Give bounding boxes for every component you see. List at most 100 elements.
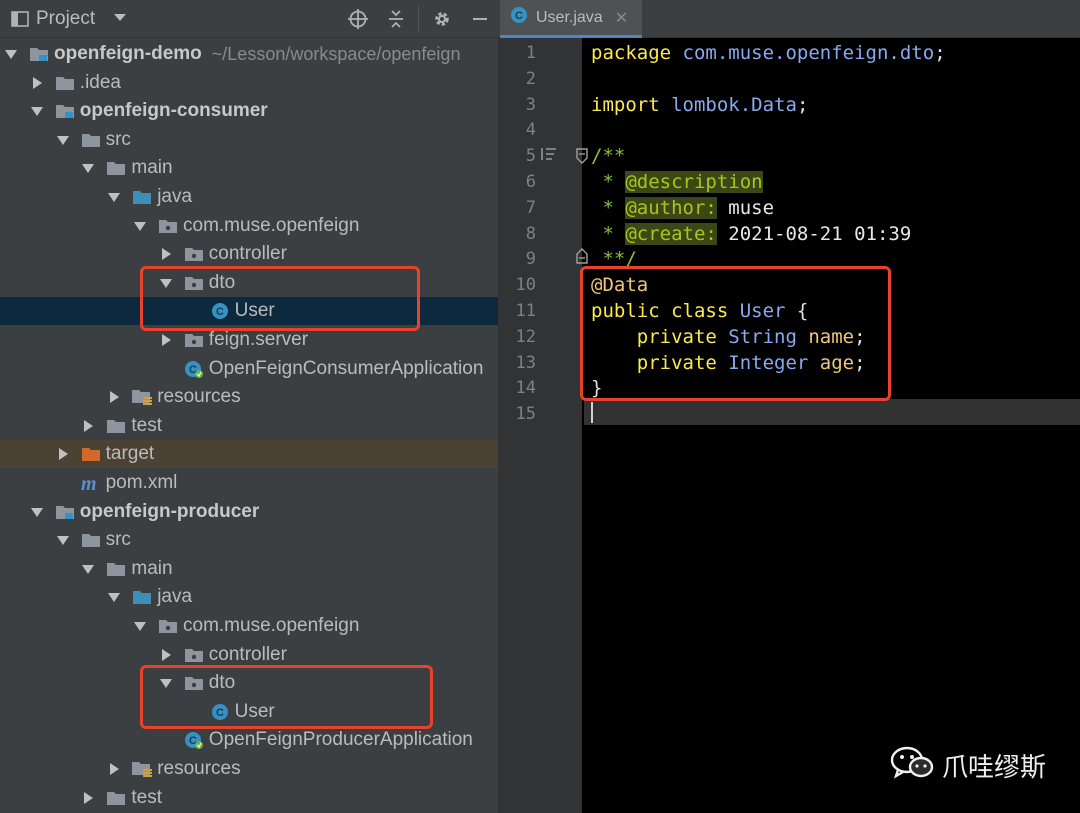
tree-node[interactable]: C OpenFeignConsumerApplication: [0, 355, 498, 383]
crosshair-icon[interactable]: [348, 9, 368, 29]
collapsed-arrow-icon[interactable]: [159, 247, 173, 261]
code-area[interactable]: package com.muse.openfeign.dto; import lo…: [584, 38, 1080, 813]
collapsed-arrow-icon[interactable]: [81, 419, 95, 433]
code-line[interactable]: package com.muse.openfeign.dto;: [591, 40, 946, 66]
tree-node[interactable]: openfeign-producer: [0, 498, 498, 526]
expanded-arrow-icon[interactable]: [30, 104, 44, 118]
spring-class-icon: C: [183, 360, 205, 378]
project-view-icon[interactable]: [10, 9, 30, 29]
expanded-arrow-icon[interactable]: [107, 190, 121, 204]
tree-node[interactable]: com.muse.openfeign: [0, 612, 498, 640]
code-token: com.muse.openfeign.dto: [682, 42, 935, 64]
expanded-arrow-icon[interactable]: [81, 161, 95, 175]
tree-node[interactable]: src: [0, 126, 498, 154]
watermark-text: 爪哇缪斯: [942, 752, 1047, 783]
tree-node[interactable]: controller: [0, 240, 498, 268]
tree-node[interactable]: test: [0, 412, 498, 440]
expanded-arrow-icon[interactable]: [107, 590, 121, 604]
collapse-all-icon[interactable]: [386, 9, 406, 29]
package-icon: [183, 331, 205, 349]
line-number: 13: [515, 352, 536, 373]
tree-node[interactable]: openfeign-demo ~/Lesson/workspace/openfei…: [0, 40, 498, 68]
module-folder-icon: [28, 45, 50, 63]
minimize-icon[interactable]: [470, 9, 490, 29]
tree-node[interactable]: C OpenFeignProducerApplication: [0, 726, 498, 754]
tree-node-label: .idea: [79, 71, 121, 93]
tree-node[interactable]: com.muse.openfeign: [0, 212, 498, 240]
expanded-arrow-icon[interactable]: [133, 219, 147, 233]
code-token: @author:: [625, 196, 717, 219]
line-number: 3: [525, 94, 536, 115]
code-line[interactable]: /**: [591, 143, 625, 169]
tree-node-path-hint: ~/Lesson/workspace/openfeign: [211, 43, 461, 64]
code-token: lombok.: [671, 93, 752, 116]
line-number: 2: [525, 68, 536, 89]
tree-node-label: OpenFeignProducerApplication: [208, 729, 473, 751]
tree-node-label: openfeign-demo: [54, 43, 202, 64]
svg-text:m: m: [81, 474, 97, 492]
package-icon: [157, 617, 179, 635]
line-number: 6: [525, 172, 536, 192]
code-token: /**: [591, 145, 626, 168]
collapsed-arrow-icon[interactable]: [107, 390, 121, 404]
tree-node-label: test: [131, 414, 163, 436]
expanded-arrow-icon[interactable]: [81, 562, 95, 576]
editor-body: 1 2 3 4 5 6 7 8 9 10 11 12 13 14 15 package com.muse.o…: [498, 0, 1080, 813]
expanded-arrow-icon[interactable]: [56, 533, 70, 547]
code-token: *: [591, 171, 626, 193]
tree-node[interactable]: target: [0, 440, 498, 469]
package-icon: [183, 646, 205, 664]
code-line[interactable]: * @create: 2021-08-21 01:39: [591, 221, 911, 247]
collapsed-arrow-icon[interactable]: [107, 762, 121, 776]
source-folder-icon: [131, 588, 153, 606]
expanded-arrow-icon[interactable]: [133, 619, 147, 633]
header-divider: [418, 6, 419, 32]
tree-node-label: src: [105, 128, 131, 150]
source-folder-icon: [131, 188, 153, 206]
chevron-down-icon[interactable]: [114, 14, 126, 21]
expanded-arrow-icon[interactable]: [30, 505, 44, 519]
doc-render-icon[interactable]: [540, 146, 558, 167]
collapsed-arrow-icon[interactable]: [159, 333, 173, 347]
code-line[interactable]: import lombok.Data;: [591, 92, 808, 118]
line-number: 15: [515, 404, 536, 425]
folder-icon: [105, 560, 127, 578]
tree-node[interactable]: java: [0, 583, 498, 611]
folder-icon: [105, 789, 127, 807]
collapsed-arrow-icon[interactable]: [159, 648, 173, 662]
tree-node[interactable]: m pom.xml: [0, 469, 498, 497]
tree-node-label: resources: [157, 386, 241, 408]
code-token: *: [591, 222, 626, 245]
line-number: 12: [515, 326, 536, 347]
line-number: 4: [525, 120, 536, 141]
gear-icon[interactable]: [432, 9, 452, 29]
tree-node[interactable]: .idea: [0, 69, 498, 97]
tree-node[interactable]: resources: [0, 383, 498, 411]
line-number: 14: [515, 378, 536, 399]
tree-node[interactable]: openfeign-consumer: [0, 97, 498, 125]
tree-node-label: openfeign-consumer: [79, 100, 268, 122]
no-arrow: [56, 476, 70, 490]
tree-node-label: java: [157, 186, 193, 207]
code-token: 2021-08-21 01:39: [716, 222, 912, 245]
module-folder-icon: [54, 503, 76, 521]
collapsed-arrow-icon[interactable]: [30, 76, 44, 90]
tree-node[interactable]: src: [0, 526, 498, 554]
tree-node[interactable]: test: [0, 784, 498, 812]
tree-node-label: controller: [208, 243, 287, 265]
code-line[interactable]: * @description: [591, 169, 763, 195]
tree-node[interactable]: java: [0, 183, 498, 211]
tree-node[interactable]: main: [0, 154, 498, 182]
package-icon: [183, 245, 205, 263]
project-view-title[interactable]: Project: [36, 8, 95, 30]
folder-icon: [80, 131, 102, 149]
collapsed-arrow-icon[interactable]: [56, 447, 70, 461]
tree-node[interactable]: main: [0, 555, 498, 583]
expanded-arrow-icon[interactable]: [4, 47, 18, 61]
tree-node[interactable]: resources: [0, 755, 498, 783]
collapsed-arrow-icon[interactable]: [81, 791, 95, 805]
fold-start-icon[interactable]: [576, 148, 588, 169]
expanded-arrow-icon[interactable]: [56, 133, 70, 147]
code-line[interactable]: * @author: muse: [591, 195, 774, 221]
